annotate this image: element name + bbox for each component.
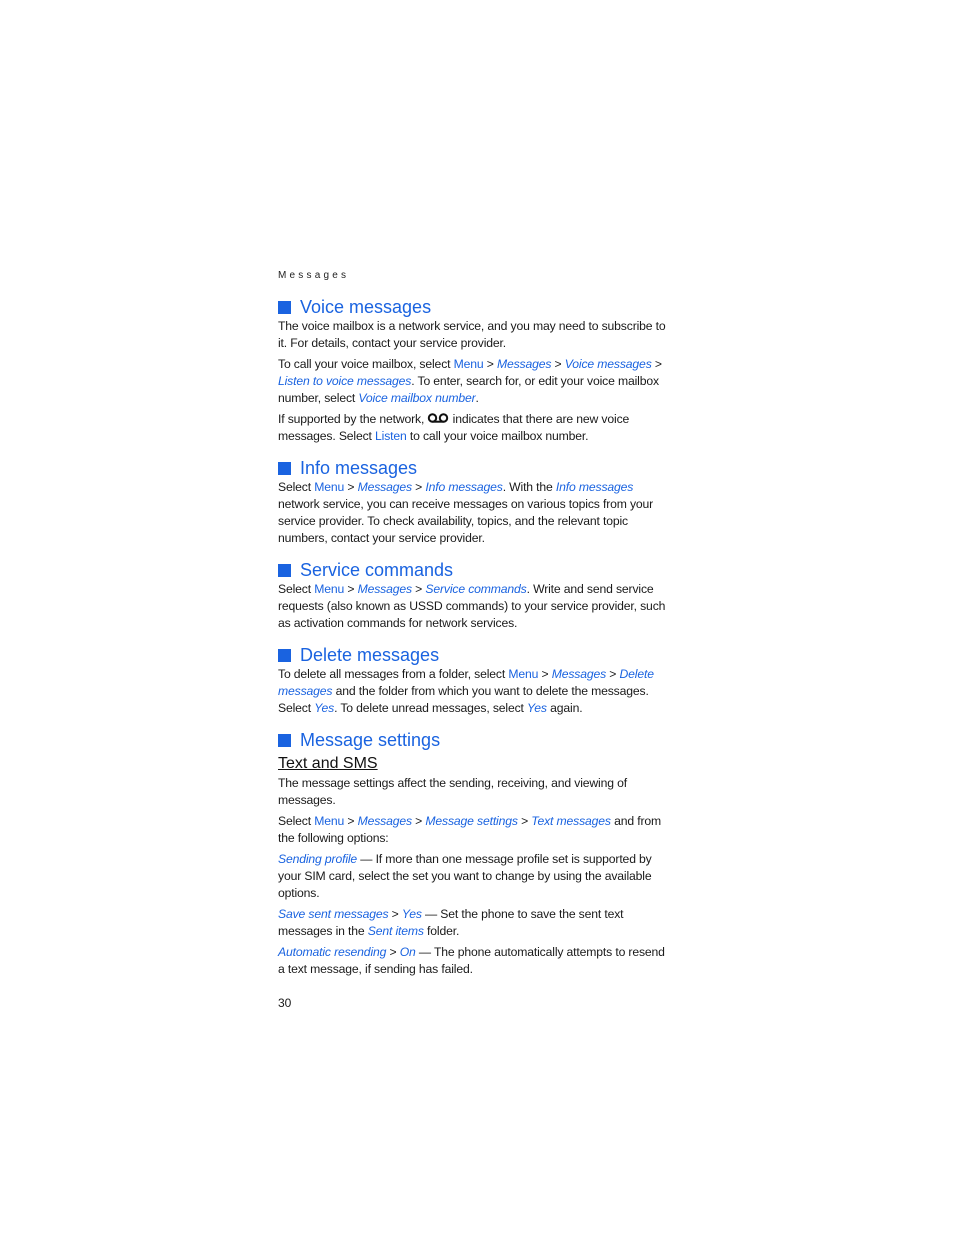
manual-page: Messages Voice messages The voice mailbo…: [278, 270, 670, 1010]
text: Select: [278, 582, 315, 596]
menu-link[interactable]: Menu: [314, 582, 344, 596]
text: . To delete unread messages, select: [334, 701, 527, 715]
paragraph: To call your voice mailbox, select Menu …: [278, 356, 670, 407]
section-heading: Delete messages: [278, 644, 670, 666]
section-voice-messages: Voice messages The voice mailbox is a ne…: [278, 296, 670, 445]
bullet-square-icon: [278, 461, 291, 475]
heading-text: Service commands: [300, 560, 454, 580]
bullet-square-icon: [278, 648, 291, 662]
separator: >: [517, 814, 532, 828]
separator: >: [651, 357, 662, 371]
option-item: Save sent messages > Yes — Set the phone…: [278, 906, 670, 940]
subsection-heading: Text and SMS: [278, 755, 378, 772]
sent-items-link[interactable]: Sent items: [368, 924, 424, 938]
paragraph: The voice mailbox is a network service, …: [278, 319, 666, 350]
text: . With the: [502, 480, 556, 494]
messages-link[interactable]: Messages: [552, 667, 607, 681]
paragraph: Select Menu > Messages > Service command…: [278, 581, 670, 632]
section-heading: Voice messages: [278, 296, 670, 318]
menu-link[interactable]: Menu: [454, 357, 484, 371]
section-message-settings: Message settings Text and SMS The messag…: [278, 729, 670, 978]
text: Select: [278, 814, 315, 828]
section-info-messages: Info messages Select Menu > Messages > I…: [278, 457, 670, 547]
voice-messages-link[interactable]: Voice messages: [565, 357, 652, 371]
messages-link[interactable]: Messages: [358, 582, 413, 596]
automatic-resending-link[interactable]: Automatic resending: [278, 945, 386, 959]
text: Select: [278, 480, 315, 494]
separator: >: [344, 814, 358, 828]
text: to call your voice mailbox number.: [406, 429, 589, 443]
messages-link[interactable]: Messages: [358, 814, 413, 828]
yes-link[interactable]: Yes: [402, 907, 422, 921]
menu-link[interactable]: Menu: [314, 814, 344, 828]
paragraph: Select Menu > Messages > Info messages. …: [278, 479, 670, 547]
paragraph: Select Menu > Messages > Message setting…: [278, 813, 670, 847]
save-sent-messages-link[interactable]: Save sent messages: [278, 907, 389, 921]
sending-profile-link[interactable]: Sending profile: [278, 852, 357, 866]
info-messages-link[interactable]: Info messages: [556, 480, 633, 494]
yes-link[interactable]: Yes: [314, 701, 334, 715]
section-heading: Service commands: [278, 559, 670, 581]
yes-link[interactable]: Yes: [527, 701, 547, 715]
paragraph: If supported by the network, indicates t…: [278, 411, 670, 445]
service-commands-link[interactable]: Service commands: [425, 582, 526, 596]
separator: >: [551, 357, 565, 371]
separator: >: [386, 945, 400, 959]
menu-link[interactable]: Menu: [314, 480, 344, 494]
section-delete-messages: Delete messages To delete all messages f…: [278, 644, 670, 717]
separator: >: [411, 480, 426, 494]
separator: >: [344, 480, 358, 494]
on-link[interactable]: On: [400, 945, 416, 959]
separator: >: [411, 582, 426, 596]
text: .: [475, 391, 479, 405]
separator: >: [411, 814, 426, 828]
heading-text: Delete messages: [300, 645, 440, 665]
bullet-square-icon: [278, 563, 291, 577]
heading-text: Info messages: [300, 458, 418, 478]
paragraph: The message settings affect the sending,…: [278, 776, 627, 807]
text: again.: [546, 701, 583, 715]
section-heading: Info messages: [278, 457, 670, 479]
voicemail-icon: [428, 413, 449, 423]
paragraph: To delete all messages from a folder, se…: [278, 666, 670, 717]
message-settings-link[interactable]: Message settings: [425, 814, 518, 828]
option-item: Automatic resending > On — The phone aut…: [278, 944, 670, 978]
bullet-square-icon: [278, 300, 291, 314]
section-heading: Message settings: [278, 729, 670, 751]
separator: >: [483, 357, 497, 371]
text: folder.: [423, 924, 460, 938]
separator: >: [606, 667, 620, 681]
listen-link[interactable]: Listen: [375, 429, 407, 443]
separator: >: [344, 582, 358, 596]
text: network service, you can receive message…: [278, 497, 654, 545]
messages-link[interactable]: Messages: [497, 357, 552, 371]
info-messages-link[interactable]: Info messages: [425, 480, 502, 494]
messages-link[interactable]: Messages: [358, 480, 413, 494]
heading-text: Message settings: [300, 730, 441, 750]
text: If supported by the network,: [278, 412, 428, 426]
text: To call your voice mailbox, select: [278, 357, 454, 371]
option-item: Sending profile — If more than one messa…: [278, 851, 670, 902]
separator: >: [388, 907, 402, 921]
listen-to-voice-messages-link[interactable]: Listen to voice messages: [278, 374, 411, 388]
running-head: Messages: [278, 270, 350, 281]
page-number: 30: [278, 996, 292, 1010]
separator: >: [538, 667, 552, 681]
heading-text: Voice messages: [300, 297, 432, 317]
voice-mailbox-number-link[interactable]: Voice mailbox number: [358, 391, 475, 405]
menu-link[interactable]: Menu: [508, 667, 538, 681]
section-service-commands: Service commands Select Menu > Messages …: [278, 559, 670, 632]
text-messages-link[interactable]: Text messages: [531, 814, 611, 828]
text: To delete all messages from a folder, se…: [278, 667, 509, 681]
bullet-square-icon: [278, 733, 291, 747]
